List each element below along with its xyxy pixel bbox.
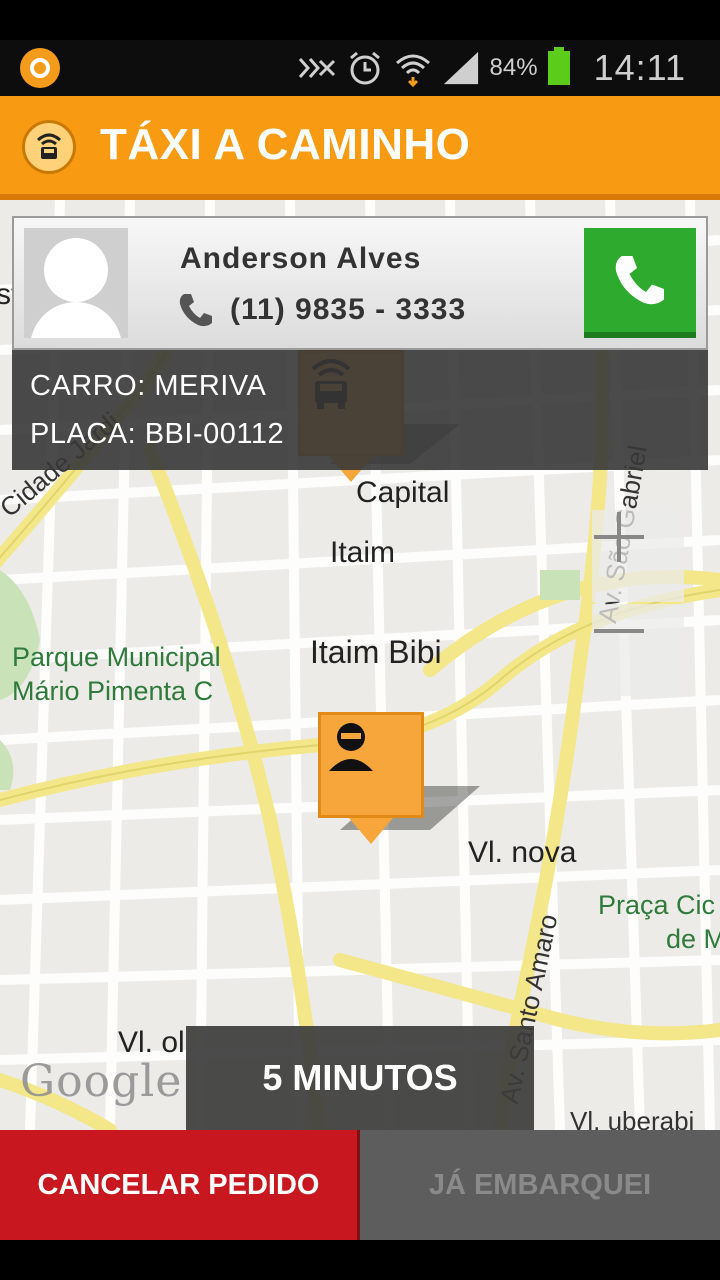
alarm-icon — [346, 49, 384, 87]
phone-icon — [615, 256, 664, 305]
action-bar: CANCELAR PEDIDO JÁ EMBARQUEI — [0, 1130, 720, 1240]
boarded-button[interactable]: JÁ EMBARQUEI — [360, 1130, 720, 1240]
map-label-itaim: Itaim — [330, 536, 396, 569]
driver-phone: (11) 9835 - 3333 — [230, 293, 467, 326]
signal-icon — [442, 49, 480, 87]
map-label-parque-1: Parque Municipal — [12, 642, 221, 672]
plus-icon — [594, 512, 644, 562]
car-plate: PLACA: BBI-00112 — [30, 418, 285, 450]
phone-icon — [179, 294, 212, 327]
page-title: TÁXI A CAMINHO — [100, 120, 471, 169]
battery-icon — [547, 47, 570, 85]
clock: 14:11 — [593, 47, 686, 88]
eta-box: 5 MINUTOS — [186, 1026, 534, 1130]
zoom-in-button[interactable] — [592, 510, 684, 602]
map-label-vl-uberabinha: Vl. uberabi — [570, 1106, 695, 1130]
battery-percent: 84% — [489, 54, 538, 81]
nfc-icon — [298, 49, 336, 87]
map-label-parque-2: Mário Pimenta C — [12, 676, 214, 706]
bottom-black-bar — [0, 1240, 720, 1280]
passenger-icon — [329, 723, 373, 771]
passenger-marker-pointer — [349, 818, 393, 844]
cancel-order-button[interactable]: CANCELAR PEDIDO — [0, 1130, 360, 1240]
driver-card: Anderson Alves (11) 9835 - 3333 — [12, 216, 708, 350]
app-header: TÁXI A CAMINHO — [0, 96, 720, 200]
top-black-bar — [0, 0, 720, 40]
map-label-itaim-bibi: Itaim Bibi — [310, 634, 442, 670]
wifi-icon — [394, 49, 432, 87]
status-bar: 84% 14:11 — [0, 40, 720, 96]
driver-phone-row: (11) 9835 - 3333 — [176, 290, 466, 330]
avatar — [24, 228, 128, 338]
map-label-praca-1: Praça Cic — [598, 890, 716, 920]
google-logo: Google — [20, 1056, 183, 1107]
minus-icon — [594, 629, 644, 633]
taxi-signal-icon — [22, 120, 76, 174]
eta-text: 5 MINUTOS — [262, 1057, 458, 1098]
map-label-praca-2: de M — [666, 924, 720, 954]
map-label-vl-nova: Vl. nova — [468, 836, 577, 869]
passenger-marker[interactable] — [318, 712, 424, 818]
call-driver-button[interactable] — [584, 228, 696, 338]
app-notification-icon — [20, 48, 60, 88]
car-info-panel: CARRO: MERIVA PLACA: BBI-00112 — [12, 350, 708, 470]
driver-name: Anderson Alves — [180, 242, 422, 275]
map-label-vl-ol: Vl. ol — [118, 1026, 185, 1059]
zoom-out-button[interactable] — [592, 604, 684, 696]
car-model: CARRO: MERIVA — [30, 370, 267, 402]
